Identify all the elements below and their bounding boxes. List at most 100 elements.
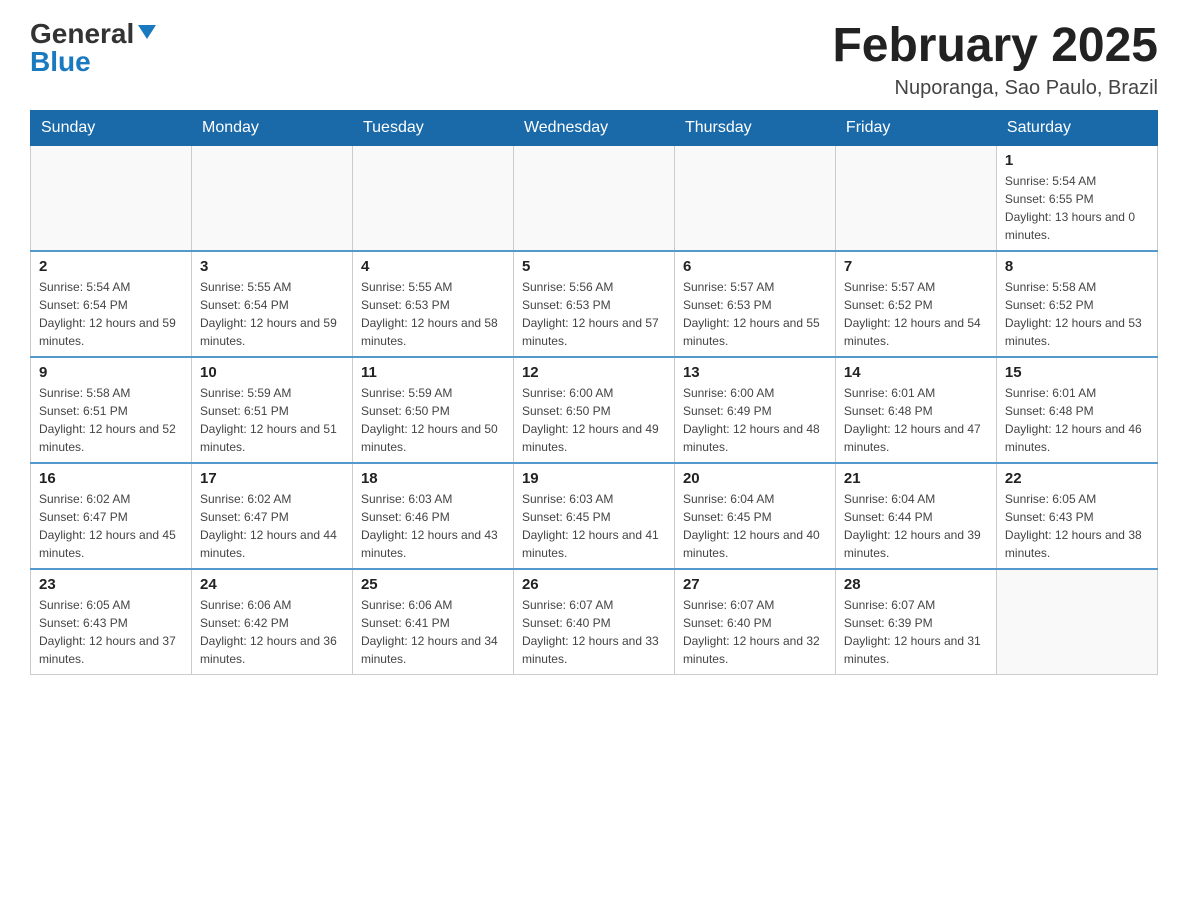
day-number: 27	[683, 576, 827, 593]
calendar-day-cell: 21 Sunrise: 6:04 AMSunset: 6:44 PMDayligh…	[835, 463, 996, 569]
day-number: 14	[844, 364, 988, 381]
calendar-day-cell: 13 Sunrise: 6:00 AMSunset: 6:49 PMDayligh…	[674, 357, 835, 463]
calendar-day-cell: 5 Sunrise: 5:56 AMSunset: 6:53 PMDaylight…	[513, 251, 674, 357]
day-number: 13	[683, 364, 827, 381]
calendar-day-cell	[996, 569, 1157, 675]
day-info: Sunrise: 5:59 AMSunset: 6:50 PMDaylight:…	[361, 384, 505, 456]
calendar-day-cell: 19 Sunrise: 6:03 AMSunset: 6:45 PMDayligh…	[513, 463, 674, 569]
day-number: 20	[683, 470, 827, 487]
day-number: 2	[39, 258, 183, 275]
calendar-table: SundayMondayTuesdayWednesdayThursdayFrid…	[30, 110, 1158, 675]
day-number: 19	[522, 470, 666, 487]
calendar-day-cell: 26 Sunrise: 6:07 AMSunset: 6:40 PMDayligh…	[513, 569, 674, 675]
calendar-day-cell: 4 Sunrise: 5:55 AMSunset: 6:53 PMDaylight…	[352, 251, 513, 357]
day-number: 18	[361, 470, 505, 487]
day-number: 10	[200, 364, 344, 381]
calendar-header-row: SundayMondayTuesdayWednesdayThursdayFrid…	[31, 110, 1158, 145]
day-number: 12	[522, 364, 666, 381]
calendar-day-cell: 20 Sunrise: 6:04 AMSunset: 6:45 PMDayligh…	[674, 463, 835, 569]
calendar-week-row: 1Sunrise: 5:54 AMSunset: 6:55 PMDaylight…	[31, 145, 1158, 251]
day-info: Sunrise: 6:01 AMSunset: 6:48 PMDaylight:…	[1005, 384, 1149, 456]
day-info: Sunrise: 6:06 AMSunset: 6:41 PMDaylight:…	[361, 596, 505, 668]
day-info: Sunrise: 5:55 AMSunset: 6:53 PMDaylight:…	[361, 278, 505, 350]
calendar-day-cell: 17Sunrise: 6:02 AMSunset: 6:47 PMDayligh…	[191, 463, 352, 569]
day-number: 24	[200, 576, 344, 593]
calendar-day-cell: 7 Sunrise: 5:57 AMSunset: 6:52 PMDaylight…	[835, 251, 996, 357]
day-info: Sunrise: 5:58 AMSunset: 6:51 PMDaylight:…	[39, 384, 183, 456]
day-info: Sunrise: 5:54 AMSunset: 6:55 PMDaylight:…	[1005, 172, 1149, 244]
column-header-tuesday: Tuesday	[352, 110, 513, 145]
day-number: 6	[683, 258, 827, 275]
day-number: 22	[1005, 470, 1149, 487]
day-info: Sunrise: 6:03 AMSunset: 6:45 PMDaylight:…	[522, 490, 666, 562]
day-number: 28	[844, 576, 988, 593]
day-info: Sunrise: 6:02 AMSunset: 6:47 PMDaylight:…	[39, 490, 183, 562]
column-header-wednesday: Wednesday	[513, 110, 674, 145]
calendar-day-cell: 22 Sunrise: 6:05 AMSunset: 6:43 PMDayligh…	[996, 463, 1157, 569]
calendar-day-cell: 28Sunrise: 6:07 AMSunset: 6:39 PMDayligh…	[835, 569, 996, 675]
calendar-day-cell: 25 Sunrise: 6:06 AMSunset: 6:41 PMDayligh…	[352, 569, 513, 675]
calendar-week-row: 9 Sunrise: 5:58 AMSunset: 6:51 PMDaylight…	[31, 357, 1158, 463]
calendar-day-cell: 27 Sunrise: 6:07 AMSunset: 6:40 PMDayligh…	[674, 569, 835, 675]
calendar-day-cell: 24 Sunrise: 6:06 AMSunset: 6:42 PMDayligh…	[191, 569, 352, 675]
day-info: Sunrise: 6:00 AMSunset: 6:49 PMDaylight:…	[683, 384, 827, 456]
calendar-week-row: 2 Sunrise: 5:54 AMSunset: 6:54 PMDaylight…	[31, 251, 1158, 357]
day-number: 8	[1005, 258, 1149, 275]
day-info: Sunrise: 5:57 AMSunset: 6:52 PMDaylight:…	[844, 278, 988, 350]
day-info: Sunrise: 6:01 AMSunset: 6:48 PMDaylight:…	[844, 384, 988, 456]
day-number: 9	[39, 364, 183, 381]
day-number: 21	[844, 470, 988, 487]
logo-blue-text: Blue	[30, 48, 91, 76]
calendar-day-cell	[835, 145, 996, 251]
day-info: Sunrise: 5:54 AMSunset: 6:54 PMDaylight:…	[39, 278, 183, 350]
day-number: 11	[361, 364, 505, 381]
day-info: Sunrise: 6:07 AMSunset: 6:40 PMDaylight:…	[522, 596, 666, 668]
day-info: Sunrise: 6:03 AMSunset: 6:46 PMDaylight:…	[361, 490, 505, 562]
day-number: 7	[844, 258, 988, 275]
title-section: February 2025 Nuporanga, Sao Paulo, Braz…	[832, 20, 1158, 100]
calendar-week-row: 16 Sunrise: 6:02 AMSunset: 6:47 PMDayligh…	[31, 463, 1158, 569]
calendar-day-cell: 23Sunrise: 6:05 AMSunset: 6:43 PMDayligh…	[31, 569, 192, 675]
calendar-day-cell: 8 Sunrise: 5:58 AMSunset: 6:52 PMDaylight…	[996, 251, 1157, 357]
day-number: 25	[361, 576, 505, 593]
column-header-sunday: Sunday	[31, 110, 192, 145]
day-number: 16	[39, 470, 183, 487]
calendar-day-cell: 10 Sunrise: 5:59 AMSunset: 6:51 PMDayligh…	[191, 357, 352, 463]
calendar-day-cell	[513, 145, 674, 251]
calendar-day-cell	[31, 145, 192, 251]
column-header-saturday: Saturday	[996, 110, 1157, 145]
day-info: Sunrise: 6:00 AMSunset: 6:50 PMDaylight:…	[522, 384, 666, 456]
calendar-week-row: 23Sunrise: 6:05 AMSunset: 6:43 PMDayligh…	[31, 569, 1158, 675]
day-info: Sunrise: 6:05 AMSunset: 6:43 PMDaylight:…	[1005, 490, 1149, 562]
day-info: Sunrise: 5:58 AMSunset: 6:52 PMDaylight:…	[1005, 278, 1149, 350]
day-info: Sunrise: 5:57 AMSunset: 6:53 PMDaylight:…	[683, 278, 827, 350]
day-info: Sunrise: 6:04 AMSunset: 6:44 PMDaylight:…	[844, 490, 988, 562]
day-number: 5	[522, 258, 666, 275]
day-info: Sunrise: 5:55 AMSunset: 6:54 PMDaylight:…	[200, 278, 344, 350]
calendar-day-cell: 16 Sunrise: 6:02 AMSunset: 6:47 PMDayligh…	[31, 463, 192, 569]
calendar-day-cell	[352, 145, 513, 251]
calendar-day-cell: 6 Sunrise: 5:57 AMSunset: 6:53 PMDaylight…	[674, 251, 835, 357]
calendar-day-cell: 15 Sunrise: 6:01 AMSunset: 6:48 PMDayligh…	[996, 357, 1157, 463]
day-info: Sunrise: 5:56 AMSunset: 6:53 PMDaylight:…	[522, 278, 666, 350]
logo-arrow-icon	[136, 21, 158, 43]
calendar-day-cell: 14 Sunrise: 6:01 AMSunset: 6:48 PMDayligh…	[835, 357, 996, 463]
day-number: 3	[200, 258, 344, 275]
calendar-day-cell: 18 Sunrise: 6:03 AMSunset: 6:46 PMDayligh…	[352, 463, 513, 569]
day-info: Sunrise: 6:06 AMSunset: 6:42 PMDaylight:…	[200, 596, 344, 668]
calendar-title: February 2025	[832, 20, 1158, 73]
day-number: 4	[361, 258, 505, 275]
column-header-monday: Monday	[191, 110, 352, 145]
calendar-day-cell	[674, 145, 835, 251]
day-info: Sunrise: 6:04 AMSunset: 6:45 PMDaylight:…	[683, 490, 827, 562]
calendar-day-cell: 9 Sunrise: 5:58 AMSunset: 6:51 PMDaylight…	[31, 357, 192, 463]
calendar-day-cell: 12 Sunrise: 6:00 AMSunset: 6:50 PMDayligh…	[513, 357, 674, 463]
day-info: Sunrise: 6:02 AMSunset: 6:47 PMDaylight:…	[200, 490, 344, 562]
calendar-day-cell: 3 Sunrise: 5:55 AMSunset: 6:54 PMDaylight…	[191, 251, 352, 357]
day-number: 26	[522, 576, 666, 593]
day-info: Sunrise: 5:59 AMSunset: 6:51 PMDaylight:…	[200, 384, 344, 456]
day-info: Sunrise: 6:07 AMSunset: 6:40 PMDaylight:…	[683, 596, 827, 668]
calendar-day-cell: 1Sunrise: 5:54 AMSunset: 6:55 PMDaylight…	[996, 145, 1157, 251]
day-number: 15	[1005, 364, 1149, 381]
logo: General Blue	[30, 20, 158, 76]
